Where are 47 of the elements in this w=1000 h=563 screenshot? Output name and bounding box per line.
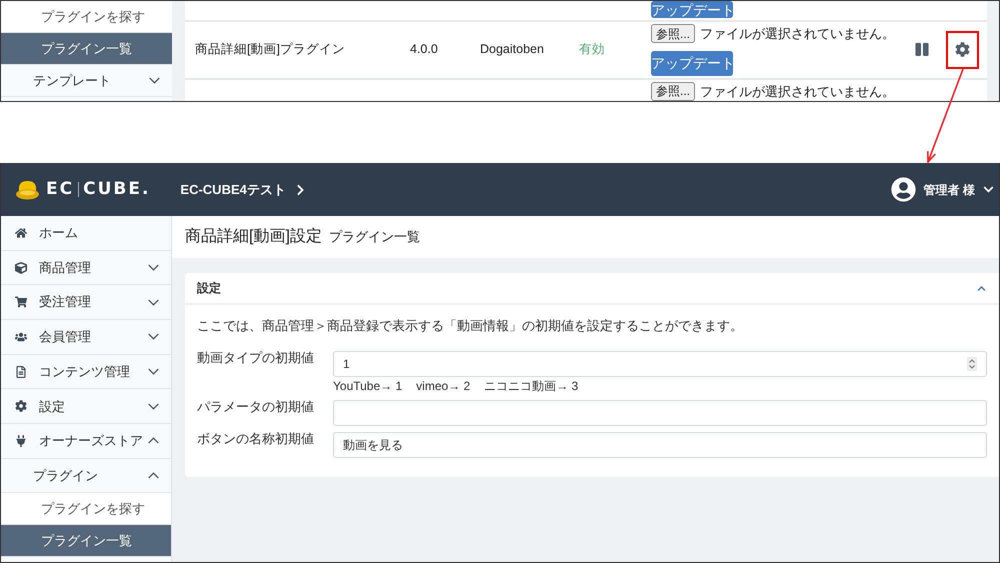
browse-button[interactable]: 参照... [651, 82, 696, 101]
home-icon [15, 226, 27, 239]
chevron-up-icon[interactable] [976, 284, 987, 292]
chevron-right-icon[interactable] [296, 184, 305, 196]
update-button[interactable]: アップデート [651, 50, 733, 76]
plugin-author: Dogaitoben [480, 41, 545, 58]
hint-text: vimeo→ 2 [416, 379, 470, 393]
card-title: 設定 [197, 280, 221, 297]
chevron-down-icon[interactable] [982, 184, 995, 195]
users-icon [15, 330, 27, 343]
sidebar-item[interactable]: プラグイン一覧 [1, 33, 172, 65]
plugin-version: 4.0.0 [410, 41, 439, 58]
field-label: パラメータの初期値 [197, 399, 315, 415]
user-avatar-icon[interactable] [890, 177, 916, 202]
page-subtitle: プラグイン一覧 [328, 228, 420, 246]
text-input-field[interactable]: 動画を見る [333, 432, 987, 458]
logo-icon [16, 180, 39, 200]
sidebar-item[interactable]: テンプレート [1, 65, 172, 97]
page-title: 商品詳細[動画]設定 [185, 226, 322, 247]
sidebar-item[interactable]: プラグインを探す [1, 492, 171, 525]
sidebar-item[interactable]: プラグイン一覧 [1, 524, 171, 557]
logo-text: CUBE. [83, 178, 150, 201]
settings-icon[interactable] [955, 42, 970, 58]
hint-text: YouTube→ 1 [333, 379, 402, 393]
plug-icon [15, 434, 27, 447]
shop-name[interactable]: EC-CUBE4テスト [180, 180, 286, 200]
cube-icon [15, 262, 27, 274]
spinner-icon[interactable] [967, 357, 977, 371]
sidebar-item[interactable]: 商品管理 [1, 250, 171, 286]
field-label: ボタンの名称初期値 [197, 431, 315, 447]
settings-icon [15, 400, 27, 412]
pause-icon[interactable] [915, 42, 929, 58]
logo-text: EC [46, 178, 74, 201]
cart-icon [15, 296, 27, 308]
number-input-field[interactable]: 1 [333, 351, 987, 377]
browse-button[interactable]: 参照... [651, 24, 696, 44]
description-text: ここでは、商品管理＞商品登録で表示する「動画情報」の初期値を設定することができます。 [197, 317, 744, 335]
file-status-text: ファイルが選択されていません。 [700, 25, 896, 44]
hint-text: ニコニコ動画→ 3 [484, 379, 578, 393]
update-button[interactable]: アップデート [651, 1, 733, 18]
text-input-field[interactable] [333, 400, 987, 426]
plugin-name: 商品詳細[動画]プラグイン [194, 41, 346, 58]
file-status-text: ファイルが選択されていません。 [700, 82, 896, 100]
document-icon [15, 366, 27, 378]
field-label: 動画タイプの初期値 [197, 350, 315, 366]
user-name[interactable]: 管理者 様 [924, 180, 975, 198]
plugin-status: 有効 [579, 41, 606, 58]
